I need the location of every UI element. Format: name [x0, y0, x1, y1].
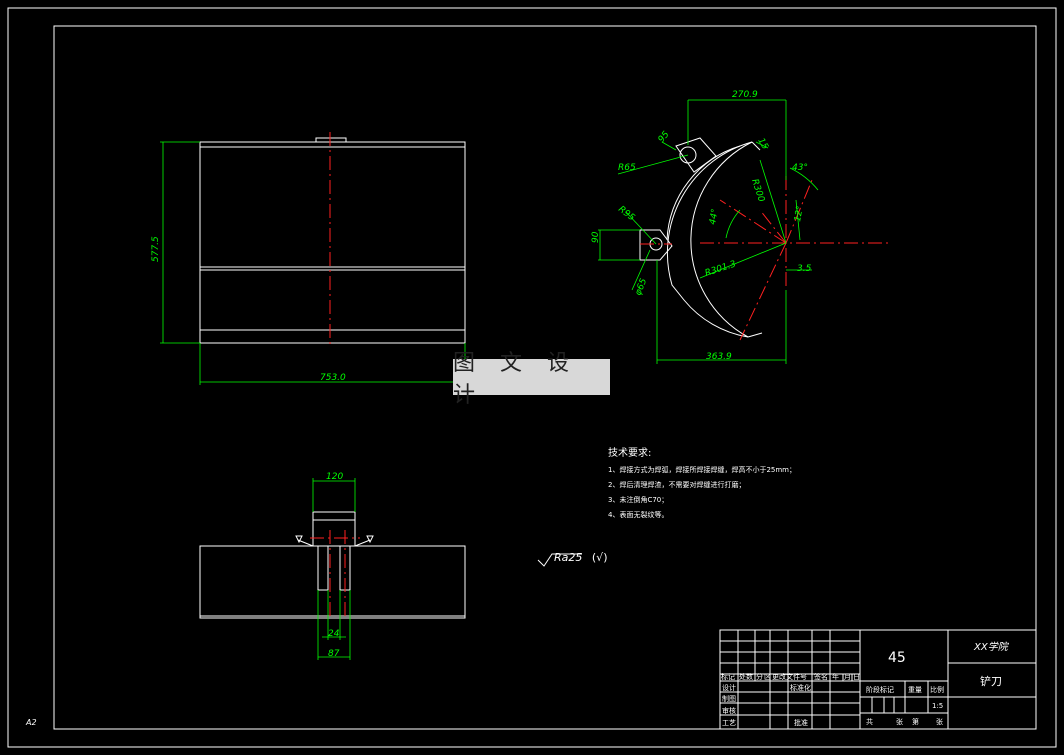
tb-h-day: 日 [853, 673, 860, 681]
watermark-label: 图 文 设 计 [453, 351, 610, 408]
tb-h-file: 更改文件号 [772, 672, 807, 681]
tb-h-count: 处数 [739, 672, 753, 681]
tb-h-month: 月 [844, 673, 851, 681]
dim-small-15: 15 [755, 137, 770, 152]
dim-slot-top: 120 [326, 472, 343, 482]
tb-h-mark: 标记 [721, 672, 735, 681]
dim-r95-top: 95 [657, 130, 672, 145]
dim-slot-outer: 87 [328, 649, 340, 659]
tb-sheets-total: 共 [866, 717, 873, 726]
tb-school: XX学院 [973, 641, 1010, 653]
dim-front-height: 577.5 [151, 236, 161, 262]
dim-top-width: 270.9 [732, 90, 758, 100]
note-item: 4、表面无裂纹等。 [608, 511, 669, 519]
note-item: 2、焊后清理焊渣，不需要对焊缝进行打磨； [608, 481, 746, 489]
tb-scale: 1:5 [932, 702, 943, 710]
dim-r300: R300 [749, 178, 766, 204]
roughness-suffix: (√) [591, 551, 608, 564]
tb-sheets-no: 第 [912, 717, 919, 726]
tb-standard: 标准化 [790, 683, 811, 692]
tb-row-process: 工艺 [722, 719, 736, 727]
dim-angle-43: 43° [792, 163, 808, 173]
dim-angle-44: 44° [708, 208, 721, 225]
side-view [639, 137, 892, 341]
dim-left-90: 90 [591, 231, 601, 243]
tb-h-year: 年 [832, 672, 839, 681]
front-dimensions [160, 141, 466, 385]
tb-h-zone: 区 [764, 673, 771, 681]
dim-angle-12: 12° [793, 205, 806, 222]
tb-sheets-unit1: 张 [896, 717, 903, 726]
technical-notes: 技术要求: 1、焊接方式为焊弧，焊接所焊接焊缝，焊高不小于25mm； 2、焊后清… [608, 444, 796, 525]
roughness-note: Ra25 (√) [540, 551, 607, 564]
tb-row-design: 设计 [722, 683, 736, 692]
tb-h-sign: 签名 [814, 672, 828, 681]
tb-sheets-unit2: 张 [936, 717, 943, 726]
dim-bottom-width: 363.9 [706, 352, 732, 362]
dim-front-width: 753.0 [320, 373, 346, 383]
tb-row-review: 审核 [722, 706, 736, 715]
roughness-value: Ra25 [554, 551, 583, 564]
tb-ratio: 比例 [930, 685, 944, 694]
note-item: 3、未注倒角C70； [608, 496, 669, 504]
dim-r-arc: R301.3 [704, 259, 738, 278]
tb-stage: 阶段标记 [866, 685, 894, 694]
tb-weight: 重量 [908, 686, 922, 694]
side-dimensions [598, 99, 819, 364]
tb-part-name: 铲刀 [980, 674, 1002, 688]
tb-row-draw: 制图 [722, 694, 736, 703]
sheet-size-label: A2 [26, 718, 37, 727]
dim-left-dia: φ65 [634, 277, 650, 297]
top-view [199, 511, 466, 620]
dim-r-left: R95 [616, 204, 636, 223]
dim-r-top-left: R65 [618, 163, 636, 173]
tb-approve: 批准 [794, 718, 808, 727]
dim-right-35: 3.5 [797, 264, 812, 274]
dim-slot-inner: 24 [328, 629, 340, 639]
tb-h-div: 分 [756, 672, 763, 681]
front-view [199, 132, 466, 348]
notes-title: 技术要求: [608, 448, 652, 459]
note-item: 1、焊接方式为焊弧，焊接所焊接焊缝，焊高不小于25mm； [608, 466, 796, 474]
tb-material: 45 [888, 650, 906, 666]
